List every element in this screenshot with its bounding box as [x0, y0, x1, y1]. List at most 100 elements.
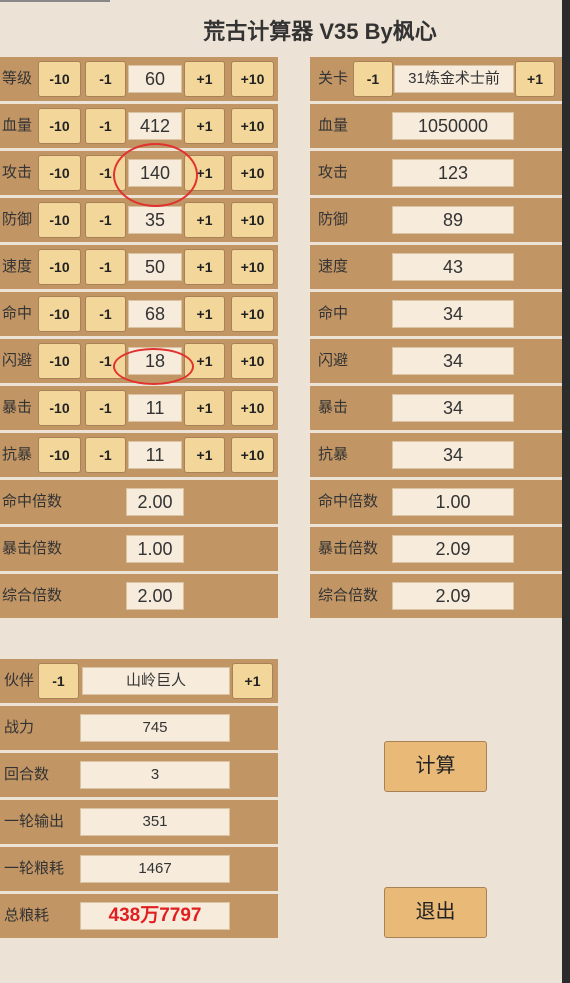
enemy-row-attack: 攻击 123	[310, 151, 562, 195]
player-row-dodge: 闪避 -10 -1 18 +1 +10	[0, 339, 278, 383]
plus-10-button[interactable]: +10	[231, 296, 274, 332]
enemy-crit-resist-value: 34	[392, 441, 514, 469]
enemy-accuracy-value: 34	[392, 300, 514, 328]
stat-label: 攻击	[2, 164, 33, 181]
plus-10-button[interactable]: +10	[231, 343, 274, 379]
enemy-accuracy-multiplier-value: 1.00	[392, 488, 514, 516]
plus-10-button[interactable]: +10	[231, 108, 274, 144]
plus-1-button[interactable]: +1	[184, 61, 225, 97]
plus-10-button[interactable]: +10	[231, 61, 274, 97]
stage-label: 关卡	[318, 70, 349, 87]
plus-10-button[interactable]: +10	[231, 437, 274, 473]
minus-10-button[interactable]: -10	[38, 296, 81, 332]
enemy-row-dodge: 闪避 34	[310, 339, 562, 383]
stat-label: 命中	[2, 305, 33, 322]
stat-label: 闪避	[2, 352, 33, 369]
minus-1-button[interactable]: -1	[85, 296, 126, 332]
accuracy-multiplier-value: 2.00	[126, 488, 184, 516]
hp-value-field[interactable]: 412	[128, 112, 182, 140]
stage-plus-button[interactable]: +1	[515, 61, 555, 97]
minus-10-button[interactable]: -10	[38, 437, 81, 473]
enemy-stat-label: 命中	[318, 305, 349, 322]
rounds-value: 3	[80, 761, 230, 789]
enemy-dodge-value: 34	[392, 347, 514, 375]
result-label: 战力	[4, 719, 35, 736]
minus-10-button[interactable]: -10	[38, 343, 81, 379]
minus-1-button[interactable]: -1	[85, 437, 126, 473]
player-row-accuracy: 命中 -10 -1 68 +1 +10	[0, 292, 278, 336]
minus-10-button[interactable]: -10	[38, 390, 81, 426]
partner-label: 伙伴	[4, 672, 35, 689]
enemy-row-accuracy: 命中 34	[310, 292, 562, 336]
plus-1-button[interactable]: +1	[184, 390, 225, 426]
partner-row-round-output: 一轮输出 351	[0, 800, 278, 844]
enemy-stat-label: 血量	[318, 117, 349, 134]
enemy-speed-value: 43	[392, 253, 514, 281]
calculate-button[interactable]: 计算	[384, 741, 487, 792]
enemy-hp-value: 1050000	[392, 112, 514, 140]
enemy-stat-label: 命中倍数	[318, 493, 379, 510]
stat-label: 防御	[2, 211, 33, 228]
enemy-row-speed: 速度 43	[310, 245, 562, 289]
multiplier-label: 暴击倍数	[2, 540, 63, 557]
minus-1-button[interactable]: -1	[85, 202, 126, 238]
player-row-crit-resist: 抗暴 -10 -1 11 +1 +10	[0, 433, 278, 477]
plus-1-button[interactable]: +1	[184, 108, 225, 144]
player-row-crit: 暴击 -10 -1 11 +1 +10	[0, 386, 278, 430]
player-row-hp: 血量 -10 -1 412 +1 +10	[0, 104, 278, 148]
plus-1-button[interactable]: +1	[184, 249, 225, 285]
plus-10-button[interactable]: +10	[231, 202, 274, 238]
defense-value-field[interactable]: 35	[128, 206, 182, 234]
total-food-value: 438万7797	[80, 902, 230, 930]
plus-1-button[interactable]: +1	[184, 155, 225, 191]
minus-1-button[interactable]: -1	[85, 108, 126, 144]
player-row-attack: 攻击 -10 -1 140 +1 +10	[0, 151, 278, 195]
stage-select[interactable]: 31炼金术士前	[394, 65, 514, 93]
window-edge-line	[0, 0, 110, 2]
player-row-level: 等级 -10 -1 60 +1 +10	[0, 57, 278, 101]
enemy-row-hp: 血量 1050000	[310, 104, 562, 148]
minus-10-button[interactable]: -10	[38, 61, 81, 97]
plus-1-button[interactable]: +1	[184, 343, 225, 379]
enemy-stat-label: 速度	[318, 258, 349, 275]
exit-button[interactable]: 退出	[384, 887, 487, 938]
partner-minus-button[interactable]: -1	[38, 663, 79, 699]
enemy-stat-label: 闪避	[318, 352, 349, 369]
accuracy-value-field[interactable]: 68	[128, 300, 182, 328]
stage-minus-button[interactable]: -1	[353, 61, 393, 97]
enemy-stat-label: 暴击	[318, 399, 349, 416]
minus-1-button[interactable]: -1	[85, 61, 126, 97]
enemy-row-accuracy-multiplier: 命中倍数 1.00	[310, 480, 562, 524]
minus-10-button[interactable]: -10	[38, 202, 81, 238]
level-value-field[interactable]: 60	[128, 65, 182, 93]
minus-1-button[interactable]: -1	[85, 390, 126, 426]
plus-1-button[interactable]: +1	[184, 437, 225, 473]
partner-row-total-food: 总粮耗 438万7797	[0, 894, 278, 938]
result-label: 回合数	[4, 766, 50, 783]
crit-resist-value-field[interactable]: 11	[128, 441, 182, 469]
attack-value-field[interactable]: 140	[128, 159, 182, 187]
minus-10-button[interactable]: -10	[38, 108, 81, 144]
speed-value-field[interactable]: 50	[128, 253, 182, 281]
minus-10-button[interactable]: -10	[38, 249, 81, 285]
enemy-row-crit: 暴击 34	[310, 386, 562, 430]
round-food-value: 1467	[80, 855, 230, 883]
minus-10-button[interactable]: -10	[38, 155, 81, 191]
plus-10-button[interactable]: +10	[231, 390, 274, 426]
partner-select[interactable]: 山岭巨人	[82, 667, 230, 695]
dodge-value-field[interactable]: 18	[128, 347, 182, 375]
plus-1-button[interactable]: +1	[184, 202, 225, 238]
partner-plus-button[interactable]: +1	[232, 663, 273, 699]
plus-1-button[interactable]: +1	[184, 296, 225, 332]
plus-10-button[interactable]: +10	[231, 155, 274, 191]
player-row-overall-multiplier: 综合倍数 2.00	[0, 574, 278, 618]
crit-value-field[interactable]: 11	[128, 394, 182, 422]
minus-1-button[interactable]: -1	[85, 343, 126, 379]
minus-1-button[interactable]: -1	[85, 155, 126, 191]
power-value: 745	[80, 714, 230, 742]
minus-1-button[interactable]: -1	[85, 249, 126, 285]
plus-10-button[interactable]: +10	[231, 249, 274, 285]
enemy-crit-value: 34	[392, 394, 514, 422]
partner-row-round-food: 一轮粮耗 1467	[0, 847, 278, 891]
result-label: 总粮耗	[4, 907, 50, 924]
